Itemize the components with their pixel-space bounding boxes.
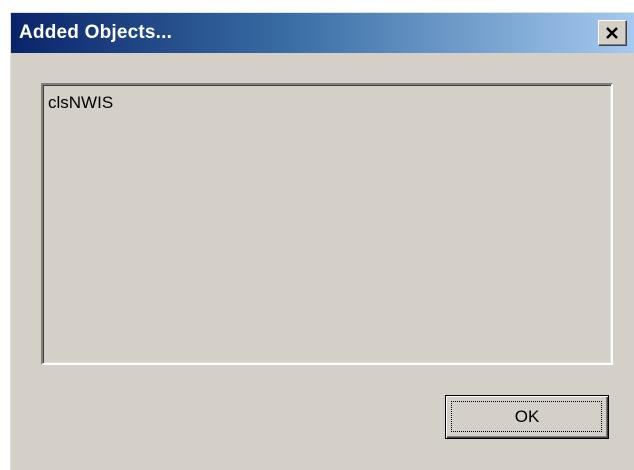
added-objects-list[interactable]: clsNWIS	[41, 83, 613, 365]
added-objects-dialog: Added Objects... clsNWIS OK	[10, 12, 634, 470]
ok-button[interactable]: OK	[445, 395, 609, 439]
close-button[interactable]	[598, 20, 627, 46]
title-bar[interactable]: Added Objects...	[11, 13, 634, 53]
list-item[interactable]: clsNWIS	[48, 93, 113, 113]
window-title: Added Objects...	[19, 22, 173, 43]
close-x-icon	[606, 27, 618, 39]
ok-button-label: OK	[514, 407, 540, 426]
